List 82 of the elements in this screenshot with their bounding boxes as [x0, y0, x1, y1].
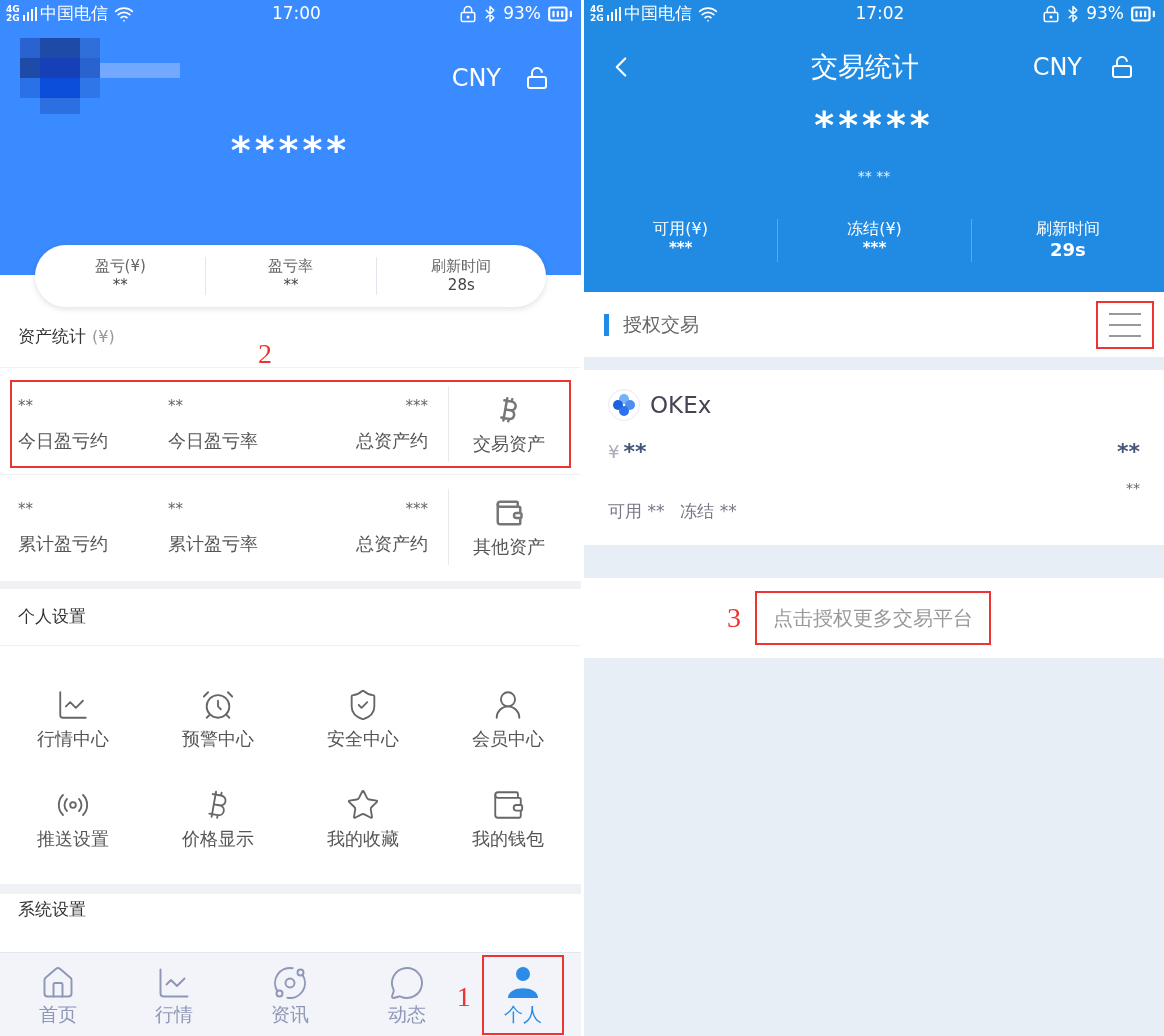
shortcut-item[interactable]: 行情中心: [0, 688, 146, 748]
summary-value: 28s: [447, 276, 475, 295]
shortcut-item[interactable]: 会员中心: [435, 688, 581, 748]
clock-time: 17:02: [855, 2, 905, 26]
exchange-name: OKEx: [650, 391, 712, 420]
wifi-icon: [697, 4, 718, 24]
summary-label: 可用(¥): [653, 219, 708, 239]
asset-link[interactable]: 交易资产: [449, 395, 569, 453]
menu-button[interactable]: [1096, 300, 1154, 349]
battery-percent: 93%: [503, 2, 541, 26]
summary-label: 盈亏(¥): [94, 257, 146, 276]
asset-value: ***: [405, 501, 428, 517]
summary-value: 29s: [1049, 239, 1086, 262]
asset-link[interactable]: 其他资产: [449, 498, 569, 556]
balance-value: *****: [814, 106, 934, 144]
amount-value: **: [1117, 437, 1140, 466]
asset-label: 总资产约: [356, 534, 428, 553]
wallet-icon: [491, 788, 526, 822]
star-icon: [346, 788, 381, 822]
rotation-lock-icon: [459, 5, 478, 23]
summary-label: 盈亏率: [268, 257, 314, 276]
annotation-number: 2: [258, 340, 272, 368]
sub-balance: ** **: [857, 167, 891, 186]
summary-value: **: [112, 276, 128, 295]
balance-value: *****: [230, 127, 351, 174]
shortcut-item[interactable]: 预警中心: [145, 688, 291, 748]
asset-label: 累计盈亏率: [168, 534, 258, 553]
battery-percent: 93%: [1086, 2, 1124, 26]
network-label: 4G: [6, 5, 20, 14]
wallet-icon: [494, 498, 524, 528]
carrier-name: 中国电信: [623, 2, 692, 26]
logo-icon: [608, 389, 640, 422]
frozen-text: 冻结 **: [680, 499, 737, 523]
chat-bubble-icon: [388, 965, 425, 1001]
summary-label: 刷新时间: [1035, 219, 1100, 239]
asset-value: **: [18, 398, 33, 414]
annotation-number: 3: [727, 604, 741, 632]
accent-bar: [604, 313, 609, 336]
shortcut-item[interactable]: 推送设置: [0, 788, 146, 848]
change-value: **: [1126, 478, 1140, 498]
section-title: 授权交易: [623, 312, 700, 338]
annotation-number: 1: [456, 982, 471, 1011]
section-title: 系统设置: [18, 899, 86, 919]
page-title: 交易统计: [810, 49, 921, 84]
section-title: 资产统计: [18, 325, 86, 349]
rotation-lock-icon: [1042, 5, 1061, 23]
currency-label: CNY: [451, 63, 501, 94]
planet-icon: [272, 965, 309, 1001]
asset-label: 总资产约: [356, 431, 428, 450]
unit-label: (¥): [92, 326, 115, 348]
summary-value: ***: [668, 239, 693, 258]
shortcut-item[interactable]: 价格显示: [145, 788, 291, 848]
currency-label: CNY: [1032, 52, 1082, 83]
summary-label: 刷新时间: [431, 257, 492, 276]
network-label: 4G: [590, 5, 604, 14]
network-label: 2G: [6, 14, 20, 23]
asset-label: 今日盈亏率: [168, 431, 258, 450]
currency-sign: ¥: [608, 439, 620, 464]
amount-value: **: [623, 437, 647, 466]
shortcut-item[interactable]: 我的收藏: [290, 788, 436, 848]
asset-value: **: [168, 501, 183, 517]
lock-icon[interactable]: [1110, 54, 1134, 80]
section-title: 个人设置: [18, 605, 86, 629]
asset-value: **: [168, 398, 183, 414]
asset-value: **: [18, 501, 33, 517]
alarm-clock-icon: [200, 688, 235, 722]
network-label: 2G: [590, 14, 604, 23]
wifi-icon: [113, 4, 134, 24]
carrier-name: 中国电信: [39, 2, 108, 26]
lock-icon[interactable]: [525, 65, 549, 91]
signal-icon: [21, 6, 38, 22]
asset-value: ***: [405, 398, 428, 414]
clock-time: 17:00: [271, 2, 321, 26]
asset-label: 累计盈亏约: [18, 534, 108, 553]
summary-value: **: [283, 276, 299, 295]
summary-value: ***: [862, 239, 887, 258]
shortcut-item[interactable]: 安全中心: [290, 688, 436, 748]
asset-label: 今日盈亏约: [18, 431, 108, 450]
shortcut-item[interactable]: 我的钱包: [435, 788, 581, 848]
summary-label: 冻结(¥): [847, 219, 902, 239]
signal-icon: [605, 6, 622, 22]
available-text: 可用 **: [608, 499, 665, 523]
